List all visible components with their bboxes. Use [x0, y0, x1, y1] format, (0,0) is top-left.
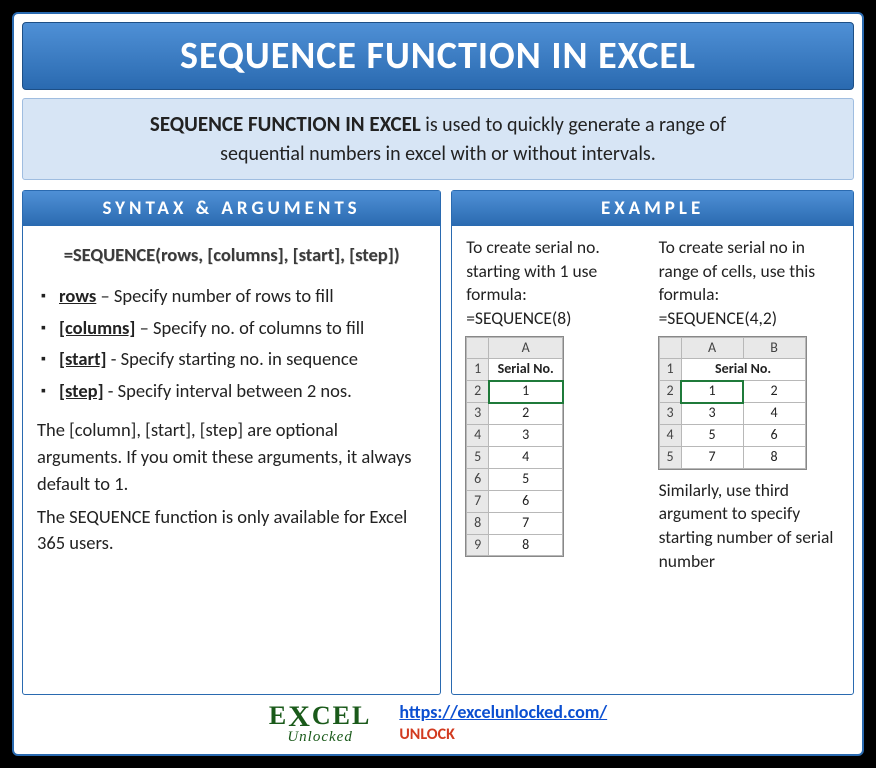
example-heading: EXAMPLE — [452, 191, 853, 226]
arg-name: rows — [59, 284, 96, 307]
row-header: 3 — [659, 403, 681, 425]
cell-value: 7 — [489, 512, 563, 534]
cell-value: 3 — [681, 403, 743, 425]
arg-columns: [columns] – Specify no. of columns to fi… — [41, 315, 426, 342]
corner-cell — [659, 337, 681, 359]
intro-box: SEQUENCE FUNCTION IN EXCEL is used to qu… — [22, 98, 854, 180]
row-header: 7 — [467, 490, 489, 512]
cell-value: 2 — [489, 403, 563, 425]
col-header-a: A — [489, 337, 563, 359]
cell-value: 4 — [489, 446, 563, 468]
cell-value: 6 — [743, 425, 805, 447]
col-header-b: B — [743, 337, 805, 359]
row-header: 2 — [467, 381, 489, 403]
row-header: 2 — [659, 381, 681, 403]
row-header: 4 — [467, 425, 489, 447]
row-header: 3 — [467, 403, 489, 425]
intro-line2: sequential numbers in excel with or with… — [220, 142, 656, 166]
row-header: 8 — [467, 512, 489, 534]
example-1-formula: =SEQUENCE(8) — [466, 307, 646, 331]
intro-lead: SEQUENCE FUNCTION IN EXCEL — [150, 111, 421, 137]
syntax-heading: SYNTAX & ARGUMENTS — [23, 191, 440, 226]
cell-value: 5 — [681, 425, 743, 447]
syntax-card: SYNTAX & ARGUMENTS =SEQUENCE(rows, [colu… — [22, 190, 441, 695]
arg-name: [step] — [59, 379, 104, 402]
footer-unlock: UNLOCK — [399, 725, 607, 744]
example-2-text: To create serial no in range of cells, u… — [659, 236, 839, 307]
syntax-body: =SEQUENCE(rows, [columns], [start], [ste… — [23, 226, 440, 567]
corner-cell — [467, 337, 489, 359]
row-header: 1 — [659, 359, 681, 381]
row-header: 9 — [467, 534, 489, 556]
arg-desc: - Specify starting no. in sequence — [107, 347, 358, 370]
logo-subtext: Unlocked — [269, 730, 371, 744]
serial-label: Serial No. — [681, 359, 805, 381]
cell-value: 4 — [743, 403, 805, 425]
footer: EXCEL Unlocked https://excelunlocked.com… — [22, 695, 854, 746]
arg-name: [columns] — [59, 316, 135, 339]
columns: SYNTAX & ARGUMENTS =SEQUENCE(rows, [colu… — [22, 190, 854, 695]
serial-label: Serial No. — [489, 359, 563, 381]
example-2: To create serial no in range of cells, u… — [659, 236, 839, 573]
intro-rest1: is used to quickly generate a range of — [421, 113, 726, 137]
example-1: To create serial no. starting with 1 use… — [466, 236, 646, 573]
arg-step: [step] - Specify interval between 2 nos. — [41, 378, 426, 405]
cell-value: 3 — [489, 425, 563, 447]
cell-value: 2 — [743, 381, 805, 403]
arg-rows: rows – Specify number of rows to fill — [41, 283, 426, 310]
cell-value: 8 — [743, 446, 805, 468]
col-header-a: A — [681, 337, 743, 359]
example-2-table: AB 1Serial No. 212 334 456 578 — [659, 337, 806, 469]
cell-value: 7 — [681, 446, 743, 468]
syntax-formula: =SEQUENCE(rows, [columns], [start], [ste… — [37, 242, 426, 269]
row-header: 5 — [659, 446, 681, 468]
example-1-text: To create serial no. starting with 1 use… — [466, 236, 646, 307]
arg-desc: – Specify no. of columns to fill — [135, 316, 364, 339]
row-header: 5 — [467, 446, 489, 468]
arg-desc: – Specify number of rows to fill — [96, 284, 333, 307]
arg-name: [start] — [59, 347, 107, 370]
footer-url[interactable]: https://excelunlocked.com/ — [399, 701, 607, 723]
syntax-note-2: The SEQUENCE function is only available … — [37, 504, 426, 558]
logo: EXCEL Unlocked — [269, 701, 371, 744]
row-header: 4 — [659, 425, 681, 447]
argument-list: rows – Specify number of rows to fill [c… — [41, 283, 426, 405]
example-2-note: Similarly, use third argument to specify… — [659, 479, 839, 574]
example-card: EXAMPLE To create serial no. starting wi… — [451, 190, 854, 695]
row-header: 6 — [467, 468, 489, 490]
cell-value: 8 — [489, 534, 563, 556]
logo-x-icon: X — [288, 703, 312, 732]
arg-start: [start] - Specify starting no. in sequen… — [41, 346, 426, 373]
example-row: To create serial no. starting with 1 use… — [466, 236, 839, 573]
syntax-note-1: The [column], [start], [step] are option… — [37, 417, 426, 497]
arg-desc: - Specify interval between 2 nos. — [104, 379, 352, 402]
example-2-formula: =SEQUENCE(4,2) — [659, 307, 839, 331]
cell-value: 6 — [489, 490, 563, 512]
footer-links: https://excelunlocked.com/ UNLOCK — [399, 701, 607, 744]
infographic-page: SEQUENCE FUNCTION IN EXCEL SEQUENCE FUNC… — [12, 12, 864, 756]
example-1-table: A 1Serial No. 21 32 43 54 65 76 87 98 — [466, 337, 563, 557]
cell-value: 1 — [681, 381, 743, 403]
page-title: SEQUENCE FUNCTION IN EXCEL — [22, 22, 854, 90]
row-header: 1 — [467, 359, 489, 381]
cell-value: 5 — [489, 468, 563, 490]
cell-value: 1 — [489, 381, 563, 403]
logo-text: EXCEL — [269, 701, 371, 730]
example-body: To create serial no. starting with 1 use… — [452, 226, 853, 583]
